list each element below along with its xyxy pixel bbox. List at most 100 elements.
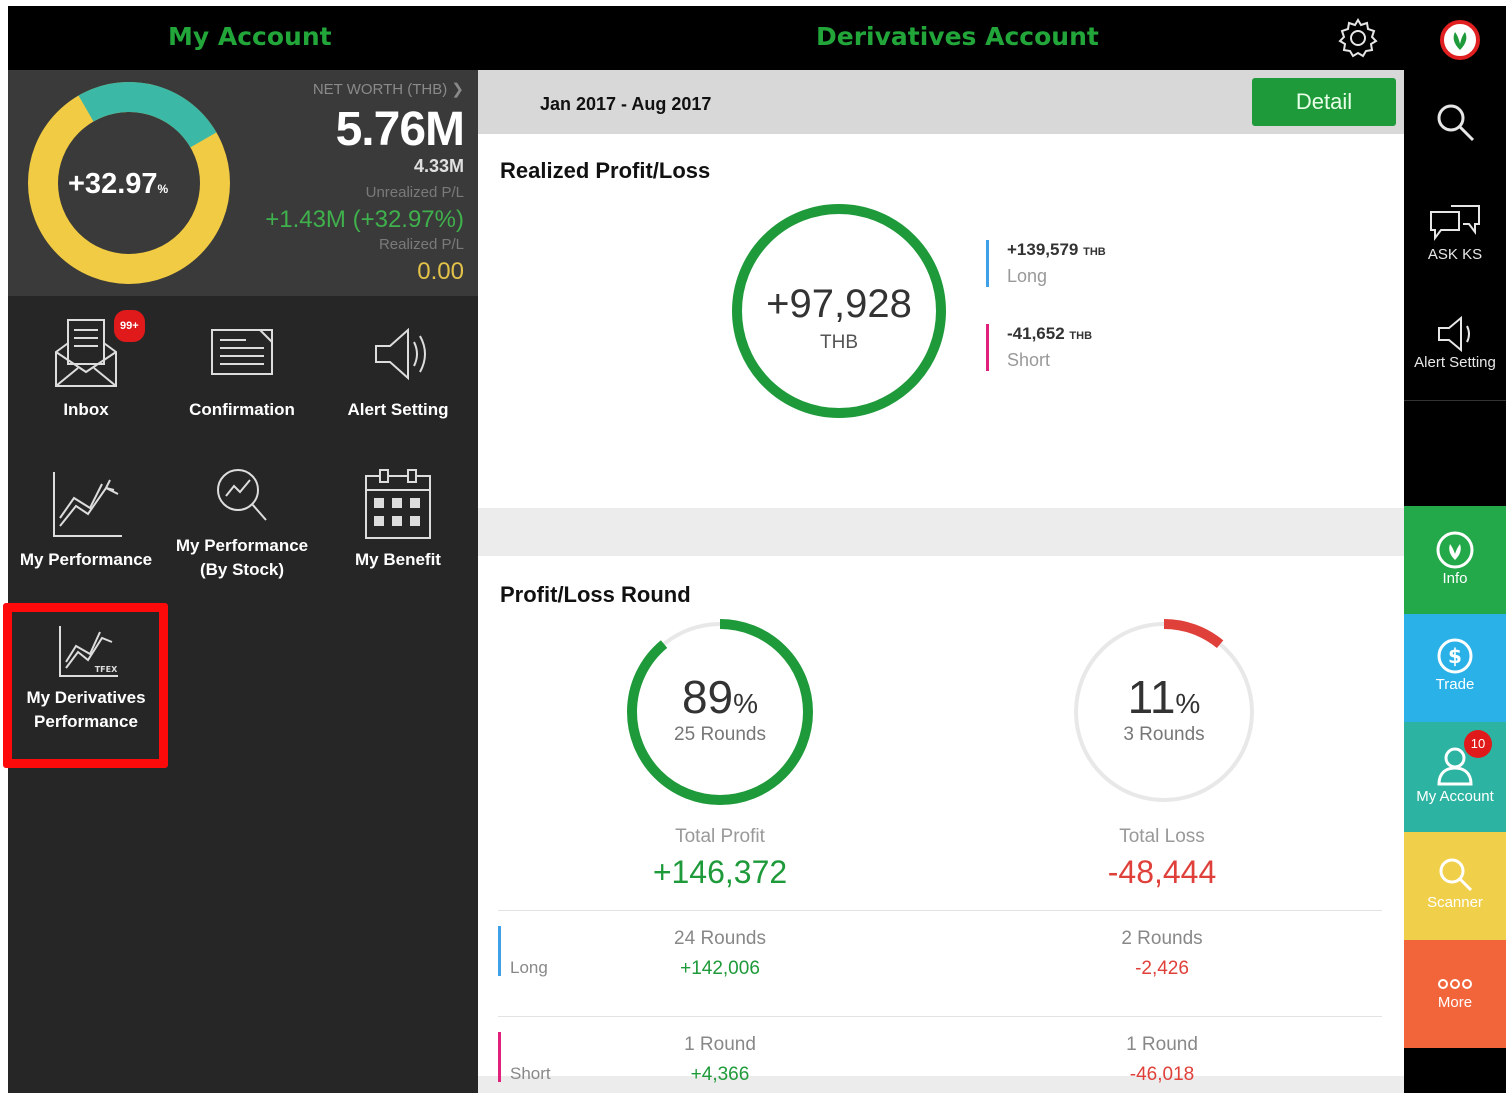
scanner-label: Scanner xyxy=(1427,894,1483,911)
top-bar: My Account Derivatives Account xyxy=(8,6,1506,70)
realized-value: 0.00 xyxy=(417,258,464,285)
menu-alert-setting[interactable]: Alert Setting xyxy=(320,316,476,422)
divider xyxy=(498,1016,1382,1017)
realized-long-label: Long xyxy=(1007,266,1048,286)
kasikorn-logo xyxy=(1440,20,1480,60)
main-content: Jan 2017 - Aug 2017 Detail Realized Prof… xyxy=(478,70,1404,1093)
total-profit-label: Total Profit xyxy=(675,826,765,847)
right-sidebar: ASK KS Alert Setting Info $ Trade 10 My … xyxy=(1404,70,1506,1093)
long-indicator xyxy=(498,926,501,976)
realized-label: Realized P/L xyxy=(378,236,464,253)
realized-pl-card: Realized Profit/Loss +97,928 THB +139,57… xyxy=(478,134,1404,508)
menu-my-performance-label: My Performance xyxy=(19,550,153,569)
more-icon xyxy=(1438,979,1472,989)
long-loss-value: -2,426 xyxy=(1135,958,1189,979)
scanner-icon xyxy=(1439,858,1473,892)
alert-setting-label: Alert Setting xyxy=(1414,354,1496,371)
menu-my-benefit[interactable]: My Benefit xyxy=(320,466,476,572)
short-profit-value: +4,366 xyxy=(690,1064,750,1085)
date-range[interactable]: Jan 2017 - Aug 2017 xyxy=(540,94,711,115)
loss-rounds: 3 Rounds xyxy=(1123,724,1205,745)
menu-inbox-label: Inbox xyxy=(63,400,109,419)
chevron-right-icon: ❯ xyxy=(451,81,464,98)
derivatives-account-title: Derivatives Account xyxy=(816,22,1099,51)
loss-percent: 11% xyxy=(1127,671,1201,723)
menu-confirmation[interactable]: Confirmation xyxy=(164,316,320,422)
pl-round-card: Profit/Loss Round 89% 25 Rounds Total Pr… xyxy=(478,556,1404,1085)
divider xyxy=(498,910,1382,911)
document-icon xyxy=(211,329,273,375)
donut-percent: +32.97% xyxy=(68,168,169,200)
chat-bubbles-icon xyxy=(1430,205,1480,241)
date-bar: Jan 2017 - Aug 2017 Detail xyxy=(478,70,1404,134)
scanner-button[interactable]: Scanner xyxy=(1404,832,1506,940)
realized-short-label: Short xyxy=(1007,350,1051,370)
info-button[interactable]: Info xyxy=(1404,506,1506,614)
menu-alert-label: Alert Setting xyxy=(347,400,449,419)
long-row-label: Long xyxy=(510,958,548,977)
profit-rounds: 25 Rounds xyxy=(674,724,766,745)
short-row-label: Short xyxy=(510,1064,551,1083)
info-label: Info xyxy=(1442,570,1468,587)
menu-my-benefit-label: My Benefit xyxy=(355,550,441,569)
more-label: More xyxy=(1437,994,1473,1011)
total-loss-value: -48,444 xyxy=(1107,854,1217,890)
profit-percent: 89% xyxy=(681,671,759,723)
long-profit-value: +142,006 xyxy=(680,958,760,979)
ask-ks-label: ASK KS xyxy=(1427,246,1483,263)
short-loss-cell: 1 Round -46,018 xyxy=(1052,1034,1272,1086)
short-profit-cell: 1 Round +4,366 xyxy=(610,1034,830,1086)
megaphone-icon xyxy=(1438,315,1470,353)
detail-button[interactable]: Detail xyxy=(1252,78,1396,126)
menu-performance-by-stock[interactable]: My Performance (By Stock) xyxy=(164,466,320,582)
trade-button[interactable]: $ Trade xyxy=(1404,614,1506,722)
long-profit-rounds: 24 Rounds xyxy=(674,928,766,949)
my-account-label: My Account xyxy=(1416,788,1494,805)
search-icon xyxy=(1437,104,1475,142)
dollar-icon: $ xyxy=(1437,638,1473,674)
total-loss-label: Total Loss xyxy=(1119,826,1205,847)
gear-icon[interactable] xyxy=(1336,16,1380,60)
short-loss-value: -46,018 xyxy=(1129,1064,1195,1085)
search-button[interactable] xyxy=(1404,100,1506,144)
realized-pl-unit: THB xyxy=(820,332,858,353)
search-chart-icon xyxy=(217,469,267,521)
menu-confirmation-label: Confirmation xyxy=(189,400,295,419)
net-worth-sub: 4.33M xyxy=(413,156,464,176)
long-profit-cell: 24 Rounds +142,006 xyxy=(610,928,830,980)
net-worth-value: 5.76M xyxy=(335,103,465,156)
line-chart-icon xyxy=(53,472,122,537)
menu-by-stock-label: My Performance (By Stock) xyxy=(175,536,309,579)
short-indicator xyxy=(498,1032,501,1082)
my-account-title: My Account xyxy=(168,22,332,51)
realized-long: +139,579 THB Long xyxy=(986,240,1106,287)
more-button[interactable]: More xyxy=(1404,940,1506,1048)
realized-short: -41,652 THB Short xyxy=(986,324,1092,371)
account-badge: 10 xyxy=(1464,730,1492,758)
net-worth-label: NET WORTH (THB) ❯ xyxy=(312,81,464,98)
portfolio-summary[interactable]: +32.97% NET WORTH (THB) ❯ 5.76M 4.33M Un… xyxy=(8,70,478,296)
megaphone-icon xyxy=(375,327,426,381)
menu-inbox[interactable]: 99+ Inbox xyxy=(8,310,164,422)
inbox-badge: 99+ xyxy=(114,310,145,342)
info-logo-icon xyxy=(1436,531,1474,569)
unrealized-value: +1.43M (+32.97%) xyxy=(265,206,464,233)
ask-ks-button[interactable]: ASK KS xyxy=(1404,202,1506,263)
calendar-icon xyxy=(365,469,431,539)
pl-round-title: Profit/Loss Round xyxy=(500,582,691,607)
menu-my-performance[interactable]: My Performance xyxy=(8,466,164,572)
alert-setting-button[interactable]: Alert Setting xyxy=(1404,314,1506,371)
realized-pl-title: Realized Profit/Loss xyxy=(500,158,711,183)
realized-pl-value: +97,928 xyxy=(766,282,912,326)
highlight-box xyxy=(3,603,168,768)
long-loss-rounds: 2 Rounds xyxy=(1121,928,1203,949)
unrealized-label: Unrealized P/L xyxy=(365,184,464,201)
short-loss-rounds: 1 Round xyxy=(1126,1034,1198,1055)
svg-text:$: $ xyxy=(1448,644,1462,668)
short-profit-rounds: 1 Round xyxy=(684,1034,756,1055)
realized-short-value: -41,652 xyxy=(1007,324,1065,343)
my-account-button[interactable]: 10 My Account xyxy=(1404,722,1506,832)
long-loss-cell: 2 Rounds -2,426 xyxy=(1052,928,1272,980)
account-panel: +32.97% NET WORTH (THB) ❯ 5.76M 4.33M Un… xyxy=(8,70,478,1093)
trade-label: Trade xyxy=(1435,676,1475,693)
